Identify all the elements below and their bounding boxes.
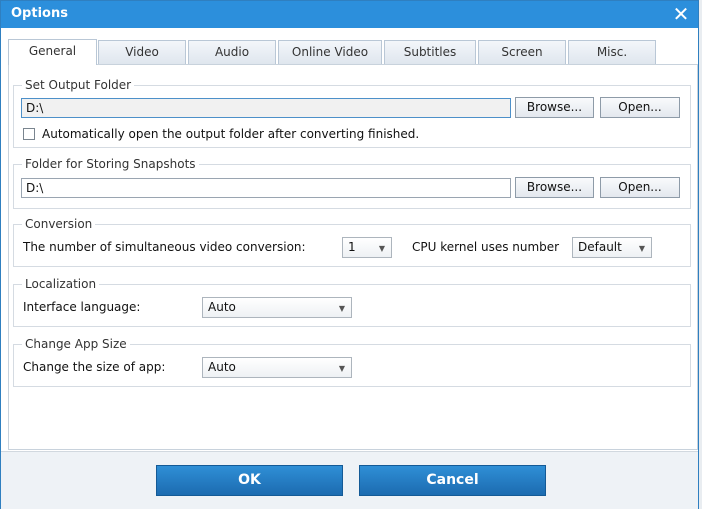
- simultaneous-conversion-value: 1: [348, 240, 356, 254]
- output-browse-button[interactable]: Browse...: [515, 97, 594, 118]
- simultaneous-conversion-label: The number of simultaneous video convers…: [23, 240, 306, 254]
- dialog-footer: OK Cancel: [1, 451, 698, 509]
- app-size-select[interactable]: Auto ▼: [202, 357, 352, 378]
- cpu-kernel-value: Default: [578, 240, 622, 254]
- conversion-legend: Conversion: [25, 217, 93, 231]
- interface-language-label: Interface language:: [23, 300, 141, 314]
- app-size-legend: Change App Size: [25, 337, 127, 351]
- options-dialog: Options ✕ General Video Audio Online Vid…: [0, 0, 699, 509]
- output-folder-input[interactable]: D:\: [21, 98, 511, 118]
- auto-open-label: Automatically open the output folder aft…: [42, 127, 420, 141]
- cancel-button[interactable]: Cancel: [359, 465, 546, 496]
- tab-online-video[interactable]: Online Video: [278, 40, 382, 64]
- tab-screen-record[interactable]: Screen Record: [478, 40, 566, 82]
- cpu-kernel-label: CPU kernel uses number: [412, 240, 560, 254]
- interface-language-value: Auto: [208, 300, 236, 314]
- tab-general[interactable]: General: [8, 39, 97, 65]
- tab-audio[interactable]: Audio: [188, 40, 276, 64]
- auto-open-checkbox[interactable]: [23, 128, 35, 140]
- interface-language-select[interactable]: Auto ▼: [202, 297, 352, 318]
- snapshot-folder-input[interactable]: D:\: [21, 178, 511, 198]
- chevron-down-icon: ▼: [338, 304, 345, 313]
- app-size-label: Change the size of app:: [23, 360, 166, 374]
- tab-video[interactable]: Video: [98, 40, 186, 64]
- general-panel: Set Output Folder D:\ Browse... Open... …: [8, 64, 698, 450]
- title-bar: Options ✕: [1, 1, 698, 28]
- chevron-down-icon: ▼: [638, 244, 645, 253]
- chevron-down-icon: ▼: [378, 244, 385, 253]
- simultaneous-conversion-select[interactable]: 1 ▼: [342, 237, 392, 258]
- tab-subtitles[interactable]: Subtitles: [384, 40, 476, 64]
- tab-misc[interactable]: Misc.: [568, 40, 656, 64]
- ok-button[interactable]: OK: [156, 465, 343, 496]
- cpu-kernel-select[interactable]: Default ▼: [572, 237, 652, 258]
- close-icon[interactable]: ✕: [670, 2, 692, 26]
- window-title: Options: [11, 6, 68, 21]
- snapshot-open-button[interactable]: Open...: [600, 177, 680, 198]
- tab-strip: General Video Audio Online Video Subtitl…: [8, 39, 698, 82]
- app-size-value: Auto: [208, 360, 236, 374]
- chevron-down-icon: ▼: [338, 364, 345, 373]
- snapshot-browse-button[interactable]: Browse...: [515, 177, 594, 198]
- localization-legend: Localization: [25, 277, 97, 291]
- snapshot-folder-legend: Folder for Storing Snapshots: [25, 157, 196, 171]
- output-folder-legend: Set Output Folder: [25, 78, 132, 92]
- output-open-button[interactable]: Open...: [600, 97, 680, 118]
